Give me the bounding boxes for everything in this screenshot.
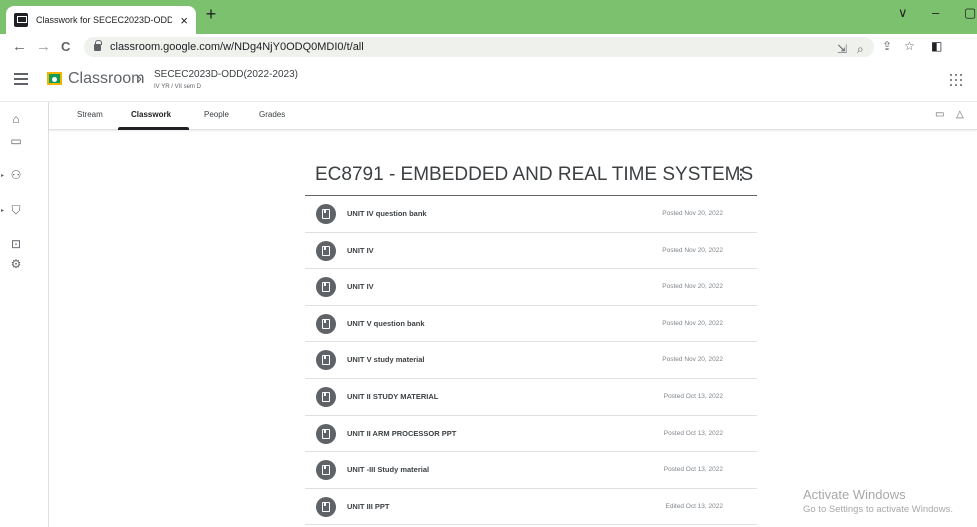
- home-icon[interactable]: ⌂: [8, 112, 24, 126]
- material-title[interactable]: UNIT V study material: [347, 355, 425, 364]
- expand-enrolled-caret-icon[interactable]: ▸: [1, 207, 4, 214]
- browser-toolbar: ← → C classroom.google.com/w/NDg4NjY0ODQ…: [0, 34, 977, 60]
- lock-icon[interactable]: [94, 39, 102, 51]
- material-icon: [316, 386, 336, 407]
- material-icon: [316, 240, 336, 261]
- active-tab-indicator: [118, 127, 189, 130]
- classroom-favicon-icon: [14, 13, 28, 27]
- school-icon[interactable]: ⛉: [8, 203, 24, 218]
- class-tabs: Stream Classwork People Grades ▭ △: [49, 102, 977, 130]
- app-name[interactable]: Classroom: [68, 70, 144, 88]
- list-item[interactable]: UNIT IV Posted Nov 20, 2022: [305, 233, 757, 270]
- activation-watermark-title: Activate Windows: [803, 487, 906, 502]
- classwork-list: UNIT IV question bank Posted Nov 20, 202…: [305, 196, 757, 526]
- topic-more-options-icon[interactable]: ⋮: [734, 166, 748, 183]
- material-icon: [316, 496, 336, 517]
- list-item[interactable]: UNIT II STUDY MATERIAL Posted Oct 13, 20…: [305, 379, 757, 416]
- tab-people[interactable]: People: [204, 110, 229, 119]
- material-title[interactable]: UNIT -III Study material: [347, 465, 429, 474]
- classroom-logo-icon[interactable]: [47, 72, 62, 85]
- material-title[interactable]: UNIT II ARM PROCESSOR PPT: [347, 429, 456, 438]
- material-date: Posted Nov 20, 2022: [662, 319, 723, 327]
- material-date: Posted Oct 13, 2022: [663, 392, 723, 400]
- list-item[interactable]: UNIT -III Study material Posted Oct 13, …: [305, 452, 757, 489]
- settings-icon[interactable]: ⚙: [8, 257, 24, 271]
- material-title[interactable]: UNIT II STUDY MATERIAL: [347, 392, 438, 401]
- tab-close-icon[interactable]: ×: [180, 13, 188, 28]
- tab-search-icon[interactable]: ∨: [898, 5, 908, 21]
- material-title[interactable]: UNIT IV: [347, 282, 374, 291]
- back-button[interactable]: ←: [12, 38, 27, 55]
- url-text[interactable]: classroom.google.com/w/NDg4NjY0ODQ0MDI0/…: [110, 41, 364, 53]
- main-menu-icon[interactable]: [14, 73, 28, 85]
- side-panel-icon[interactable]: ◧: [931, 39, 942, 53]
- share-icon[interactable]: ⇪: [882, 39, 892, 53]
- material-icon: [316, 277, 336, 298]
- tab-stream[interactable]: Stream: [77, 110, 103, 119]
- list-item[interactable]: UNIT II ARM PROCESSOR PPT Posted Oct 13,…: [305, 416, 757, 453]
- list-item[interactable]: UNIT V study material Posted Nov 20, 202…: [305, 342, 757, 379]
- material-date: Posted Oct 13, 2022: [663, 466, 723, 474]
- material-date: Posted Nov 20, 2022: [662, 246, 723, 254]
- forward-button[interactable]: →: [36, 38, 51, 55]
- tab-classwork[interactable]: Classwork: [131, 110, 171, 119]
- bookmark-star-icon[interactable]: ☆: [904, 39, 915, 53]
- material-title[interactable]: UNIT V question bank: [347, 319, 425, 328]
- address-bar[interactable]: classroom.google.com/w/NDg4NjY0ODQ0MDI0/…: [84, 37, 874, 57]
- material-date: Posted Oct 13, 2022: [663, 429, 723, 437]
- material-title[interactable]: UNIT IV question bank: [347, 209, 427, 218]
- list-item[interactable]: UNIT V question bank Posted Nov 20, 2022: [305, 306, 757, 343]
- google-calendar-icon[interactable]: ▭: [935, 109, 944, 120]
- topic-title: EC8791 - EMBEDDED AND REAL TIME SYSTEMS: [315, 164, 754, 185]
- material-date: Posted Nov 20, 2022: [662, 283, 723, 291]
- left-nav-rail: ⌂ ▭ ▸ ⚇ ▸ ⛉ ⊡ ⚙: [0, 102, 49, 527]
- browser-tab-title: Classwork for SECEC2023D-ODD(: [36, 15, 172, 25]
- activation-watermark-subtitle: Go to Settings to activate Windows.: [803, 504, 953, 515]
- class-title[interactable]: SECEC2023D-ODD(2022-2023): [154, 69, 298, 80]
- calendar-icon[interactable]: ▭: [8, 134, 24, 148]
- google-apps-icon[interactable]: [950, 74, 962, 86]
- material-icon: [316, 204, 336, 224]
- reload-button[interactable]: C: [61, 39, 70, 54]
- breadcrumb-chevron-icon: ›: [137, 70, 142, 87]
- classroom-header: Classroom › SECEC2023D-ODD(2022-2023) IV…: [0, 60, 977, 102]
- people-icon[interactable]: ⚇: [8, 168, 24, 182]
- material-date: Posted Nov 20, 2022: [662, 356, 723, 364]
- new-tab-button[interactable]: +: [199, 4, 223, 25]
- class-section: IV YR / VII sem D: [154, 84, 201, 90]
- browser-tab[interactable]: Classwork for SECEC2023D-ODD( ×: [6, 6, 196, 34]
- list-item[interactable]: UNIT IV question bank Posted Nov 20, 202…: [305, 196, 757, 233]
- list-item[interactable]: UNIT III PPT Edited Oct 13, 2022: [305, 489, 757, 526]
- list-item[interactable]: UNIT IV Posted Nov 20, 2022: [305, 269, 757, 306]
- material-title[interactable]: UNIT IV: [347, 246, 374, 255]
- material-icon: [316, 313, 336, 334]
- tab-grades[interactable]: Grades: [259, 110, 285, 119]
- browser-tab-strip: Classwork for SECEC2023D-ODD( × + ∨ – ▢: [0, 0, 977, 34]
- material-title[interactable]: UNIT III PPT: [347, 502, 390, 511]
- zoom-icon[interactable]: ⌕: [857, 42, 864, 57]
- restore-icon[interactable]: ▢: [964, 5, 976, 21]
- minimize-icon[interactable]: –: [932, 5, 939, 20]
- material-icon: [316, 460, 336, 481]
- install-app-icon[interactable]: ⇲: [837, 42, 847, 56]
- material-date: Edited Oct 13, 2022: [665, 502, 723, 510]
- archive-icon[interactable]: ⊡: [8, 237, 24, 251]
- material-icon: [316, 423, 336, 444]
- material-date: Posted Nov 20, 2022: [662, 210, 723, 217]
- material-icon: [316, 350, 336, 371]
- drive-folder-icon[interactable]: △: [956, 109, 964, 120]
- expand-teaching-caret-icon[interactable]: ▸: [1, 172, 4, 179]
